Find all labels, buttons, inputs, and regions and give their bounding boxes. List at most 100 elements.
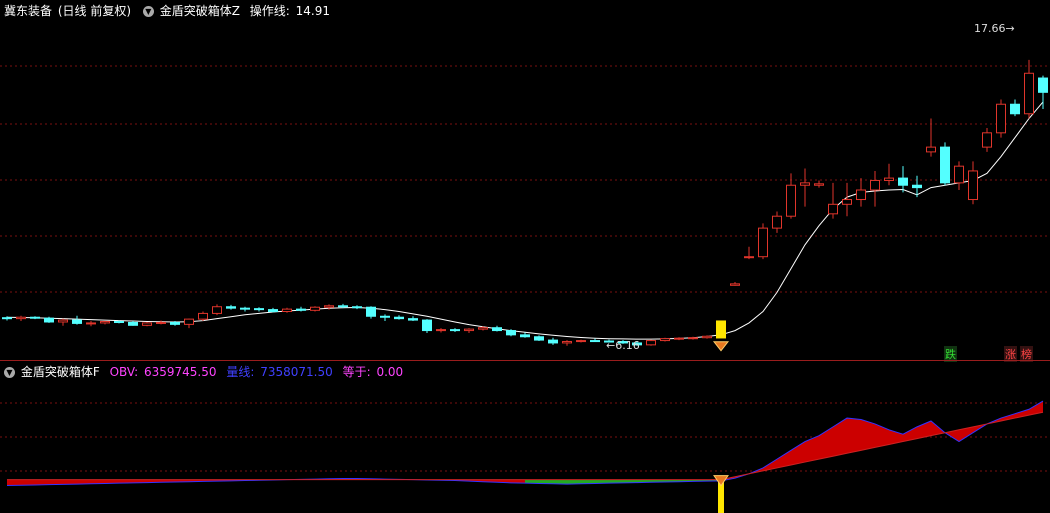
candle[interactable]	[436, 328, 446, 333]
candle[interactable]	[968, 161, 978, 205]
candle[interactable]	[800, 168, 810, 207]
candle[interactable]	[492, 325, 502, 332]
candle-body	[884, 177, 894, 181]
candle[interactable]	[380, 314, 390, 322]
candle[interactable]	[772, 211, 782, 233]
candle[interactable]	[996, 99, 1006, 138]
candle-body	[254, 308, 264, 311]
low-annotation: ←6.16	[606, 339, 640, 352]
candle[interactable]	[534, 335, 544, 342]
candle[interactable]	[268, 307, 278, 313]
obv-band	[21, 479, 35, 486]
ma-line	[6, 101, 1044, 340]
candle[interactable]	[366, 306, 376, 319]
candle[interactable]	[156, 320, 166, 325]
candle[interactable]	[72, 315, 82, 325]
candle[interactable]	[660, 337, 670, 342]
candle[interactable]	[982, 128, 992, 152]
candle[interactable]	[240, 306, 250, 312]
candle-body	[156, 321, 166, 324]
candle[interactable]	[744, 246, 754, 260]
candle[interactable]	[884, 163, 894, 186]
eq-label: 等于:	[342, 365, 371, 379]
obv-ma-value: 7358071.50	[260, 365, 333, 379]
candle[interactable]	[198, 311, 208, 322]
candle[interactable]	[352, 305, 362, 310]
candle[interactable]	[1024, 59, 1034, 119]
candle[interactable]	[30, 316, 40, 320]
candle[interactable]	[254, 307, 264, 312]
candle-body	[926, 146, 936, 153]
candle[interactable]	[1038, 75, 1048, 109]
candle-body	[842, 199, 852, 205]
candle-body	[16, 316, 26, 320]
candle[interactable]	[86, 321, 96, 327]
candle-body	[828, 203, 838, 215]
candle[interactable]	[100, 321, 110, 325]
chevron-down-icon[interactable]: ▼	[4, 367, 15, 378]
candle[interactable]	[674, 337, 684, 341]
candle-body	[30, 316, 40, 319]
candle[interactable]	[590, 338, 600, 343]
candle-body	[226, 306, 236, 309]
candle[interactable]	[128, 321, 138, 326]
candle-body	[898, 177, 908, 186]
signal-bar	[716, 320, 726, 339]
candle[interactable]	[282, 307, 292, 313]
price-chart[interactable]	[0, 0, 1050, 360]
candle[interactable]	[758, 223, 768, 260]
candle[interactable]	[58, 318, 68, 326]
candle[interactable]	[730, 281, 740, 286]
candle-body	[968, 170, 978, 201]
indicator-name[interactable]: 金盾突破箱体Z	[160, 4, 240, 18]
candle[interactable]	[142, 321, 152, 327]
obv-band	[805, 435, 819, 463]
candle-body	[688, 337, 698, 340]
candle-body	[184, 318, 194, 325]
candle[interactable]	[464, 328, 474, 333]
candle[interactable]	[1010, 99, 1020, 117]
candle[interactable]	[646, 339, 656, 346]
candle[interactable]	[506, 329, 516, 337]
candle[interactable]	[926, 118, 936, 157]
period-label[interactable]: (日线 前复权)	[58, 4, 131, 18]
obv-chart[interactable]	[0, 361, 1050, 513]
candle[interactable]	[870, 170, 880, 207]
candle[interactable]	[422, 319, 432, 333]
candle[interactable]	[408, 316, 418, 322]
candle[interactable]	[394, 315, 404, 320]
candle-body	[786, 184, 796, 217]
candle[interactable]	[954, 161, 964, 190]
line-label: 操作线:	[249, 4, 290, 18]
candle[interactable]	[450, 328, 460, 332]
candle[interactable]	[212, 304, 222, 316]
candle[interactable]	[702, 335, 712, 339]
candle[interactable]	[856, 178, 866, 207]
candle[interactable]	[562, 340, 572, 346]
candle[interactable]	[16, 315, 26, 322]
candle[interactable]	[548, 337, 558, 345]
candle-body	[72, 319, 82, 324]
chevron-down-icon[interactable]: ▼	[142, 6, 154, 17]
candle-body	[114, 321, 124, 324]
candle[interactable]	[842, 182, 852, 217]
candle-body	[772, 215, 782, 229]
stock-title[interactable]: 冀东装备	[4, 4, 52, 18]
obv-ma-line	[7, 411, 1044, 481]
candle-body	[450, 329, 460, 332]
candle[interactable]	[296, 306, 306, 312]
sub-indicator-name[interactable]: 金盾突破箱体F	[21, 365, 100, 379]
candle[interactable]	[814, 180, 824, 188]
obv-band	[833, 418, 847, 457]
candle[interactable]	[520, 332, 530, 338]
candle-body	[422, 319, 432, 332]
candle[interactable]	[786, 173, 796, 219]
candle[interactable]	[898, 166, 908, 193]
candle[interactable]	[940, 142, 950, 186]
candle[interactable]	[226, 304, 236, 310]
candle[interactable]	[576, 339, 586, 343]
candle[interactable]	[828, 182, 838, 219]
candle[interactable]	[310, 306, 320, 312]
candle-body	[408, 318, 418, 321]
candle[interactable]	[184, 318, 194, 329]
